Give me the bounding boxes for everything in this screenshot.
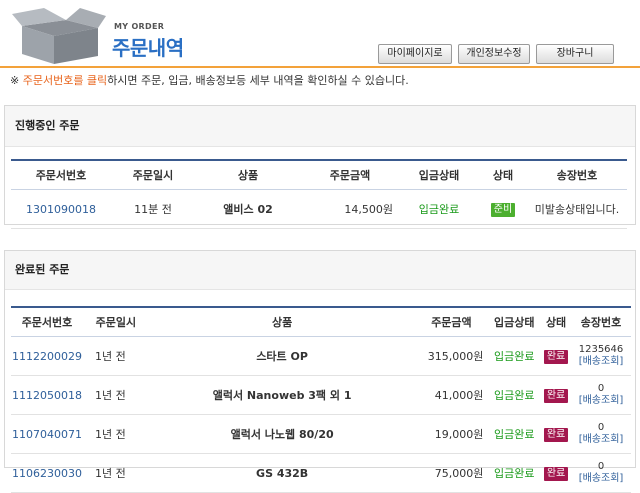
table-row: 1112200029 1년 전 스타트 OP 315,000원 입금완료 완료 … bbox=[11, 336, 631, 376]
order-status: 준비 bbox=[479, 189, 527, 229]
payment-status: 입금완료 bbox=[487, 375, 542, 415]
col-product: 상품 bbox=[148, 307, 416, 337]
delivery-lookup-link[interactable]: [배송조회] bbox=[579, 434, 624, 445]
tracking-cell: 0 [배송조회] bbox=[571, 453, 631, 493]
order-amount: 75,000원 bbox=[415, 453, 488, 493]
tracking-cell: 0 [배송조회] bbox=[571, 375, 631, 415]
completed-title: 완료된 주문 bbox=[5, 251, 635, 290]
col-payment: 입금상태 bbox=[399, 160, 479, 190]
col-status: 상태 bbox=[541, 307, 572, 337]
product-name: 앨비스 02 bbox=[195, 189, 301, 229]
col-status: 상태 bbox=[479, 160, 527, 190]
order-date: 11분 전 bbox=[111, 189, 195, 229]
col-date: 주문일시 bbox=[111, 160, 195, 190]
payment-status: 입금완료 bbox=[399, 189, 479, 229]
tracking-cell: 0 [배송조회] bbox=[571, 414, 631, 454]
order-amount: 19,000원 bbox=[415, 414, 488, 454]
status-badge: 완료 bbox=[543, 466, 569, 481]
completed-panel: 완료된 주문 주문서번호 주문일시 상품 주문금액 입금상태 상태 송장번호 1… bbox=[4, 250, 636, 493]
order-amount: 14,500원 bbox=[301, 189, 399, 229]
col-tracking: 송장번호 bbox=[527, 160, 627, 190]
order-number-link[interactable]: 1301090018 bbox=[11, 189, 111, 229]
order-date: 1년 전 bbox=[83, 414, 149, 454]
col-order-no: 주문서번호 bbox=[11, 307, 83, 337]
box-logo-icon bbox=[12, 8, 106, 64]
table-header-row: 주문서번호 주문일시 상품 주문금액 입금상태 상태 송장번호 bbox=[11, 307, 631, 337]
table-header-row: 주문서번호 주문일시 상품 주문금액 입금상태 상태 송장번호 bbox=[11, 160, 627, 190]
order-status: 완료 bbox=[541, 453, 572, 493]
tracking-number: 0 bbox=[597, 461, 605, 472]
in-progress-title: 진행중인 주문 bbox=[5, 106, 635, 147]
in-progress-panel: 진행중인 주문 주문서번호 주문일시 상품 주문금액 입금상태 상태 송장번호 … bbox=[4, 105, 636, 229]
payment-status: 입금완료 bbox=[487, 453, 542, 493]
col-amount: 주문금액 bbox=[301, 160, 399, 190]
delivery-lookup-link[interactable]: [배송조회] bbox=[579, 395, 624, 406]
page-title: 주문내역 bbox=[112, 36, 184, 60]
col-order-no: 주문서번호 bbox=[11, 160, 111, 190]
page-header: MY ORDER 주문내역 마이페이지로 개인정보수정 장바구니 bbox=[0, 0, 640, 66]
header-divider bbox=[0, 66, 640, 68]
delivery-lookup-link[interactable]: [배송조회] bbox=[579, 473, 624, 484]
order-number-link[interactable]: 1107040071 bbox=[11, 414, 83, 454]
status-badge: 준비 bbox=[490, 202, 516, 217]
order-status: 완료 bbox=[541, 336, 572, 376]
col-product: 상품 bbox=[195, 160, 301, 190]
col-tracking: 송장번호 bbox=[571, 307, 631, 337]
mypage-button[interactable]: 마이페이지로 bbox=[378, 44, 452, 64]
payment-status: 입금완료 bbox=[487, 414, 542, 454]
order-number-link[interactable]: 1112200029 bbox=[11, 336, 83, 376]
tracking-cell: 1235646 [배송조회] bbox=[571, 336, 631, 376]
order-number-link[interactable]: 1106230030 bbox=[11, 453, 83, 493]
order-amount: 315,000원 bbox=[415, 336, 488, 376]
notice-text: ※ 주문서번호를 클릭하시면 주문, 입금, 배송정보등 세부 내역을 확인하실… bbox=[10, 74, 409, 87]
col-payment: 입금상태 bbox=[487, 307, 542, 337]
header-subtitle: MY ORDER bbox=[114, 22, 165, 31]
table-row: 1106230030 1년 전 GS 432B 75,000원 입금완료 완료 … bbox=[11, 453, 631, 493]
order-amount: 41,000원 bbox=[415, 375, 488, 415]
tracking-number: 0 bbox=[597, 422, 605, 433]
tracking-number: 0 bbox=[597, 383, 605, 394]
col-date: 주문일시 bbox=[83, 307, 149, 337]
order-date: 1년 전 bbox=[83, 336, 149, 376]
status-badge: 완료 bbox=[543, 349, 569, 364]
table-row: 1301090018 11분 전 앨비스 02 14,500원 입금완료 준비 … bbox=[11, 189, 627, 229]
edit-profile-button[interactable]: 개인정보수정 bbox=[458, 44, 530, 64]
order-status: 완료 bbox=[541, 375, 572, 415]
payment-status: 입금완료 bbox=[487, 336, 542, 376]
tracking-number: 미발송상태입니다. bbox=[527, 189, 627, 229]
product-name: 앨럭서 나노웹 80/20 bbox=[148, 414, 416, 454]
status-badge: 완료 bbox=[543, 427, 569, 442]
delivery-lookup-link[interactable]: [배송조회] bbox=[579, 356, 624, 367]
table-row: 1112050018 1년 전 앨럭서 Nanoweb 3팩 외 1 41,00… bbox=[11, 375, 631, 415]
in-progress-table: 주문서번호 주문일시 상품 주문금액 입금상태 상태 송장번호 13010900… bbox=[11, 159, 627, 229]
product-name: 스타트 OP bbox=[148, 336, 416, 376]
product-name: 앨럭서 Nanoweb 3팩 외 1 bbox=[148, 375, 416, 415]
notice-highlight: 주문서번호를 클릭 bbox=[22, 74, 108, 87]
product-name: GS 432B bbox=[148, 453, 416, 493]
order-date: 1년 전 bbox=[83, 453, 149, 493]
col-amount: 주문금액 bbox=[415, 307, 488, 337]
completed-table: 주문서번호 주문일시 상품 주문금액 입금상태 상태 송장번호 11122000… bbox=[11, 306, 631, 493]
order-number-link[interactable]: 1112050018 bbox=[11, 375, 83, 415]
cart-button[interactable]: 장바구니 bbox=[536, 44, 614, 64]
status-badge: 완료 bbox=[543, 388, 569, 403]
order-date: 1년 전 bbox=[83, 375, 149, 415]
order-status: 완료 bbox=[541, 414, 572, 454]
table-row: 1107040071 1년 전 앨럭서 나노웹 80/20 19,000원 입금… bbox=[11, 414, 631, 454]
tracking-number: 1235646 bbox=[578, 344, 624, 355]
